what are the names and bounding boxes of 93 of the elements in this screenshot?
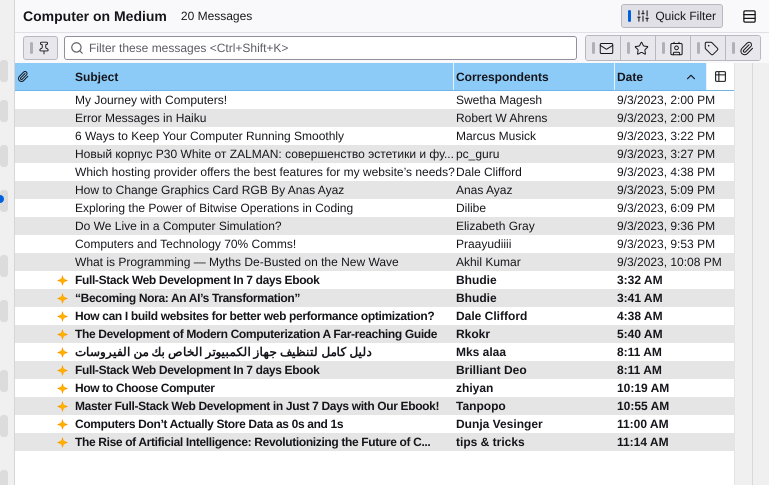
paperclip-icon — [17, 70, 29, 83]
message-date: 9/3/2023, 3:27 PM — [617, 147, 716, 161]
message-date: 4:38 AM — [617, 309, 663, 323]
message-correspondent: pc_guru — [456, 147, 500, 161]
message-date: 9/3/2023, 2:00 PM — [617, 111, 716, 125]
contact-filter-button[interactable] — [655, 36, 690, 60]
message-correspondent: Marcus Musick — [456, 129, 536, 143]
column-header[interactable]: Subject — [75, 70, 451, 84]
message-correspondent: Elizabeth Gray — [456, 219, 535, 233]
tag-icon — [704, 40, 719, 56]
message-correspondent: Dunja Vesinger — [456, 417, 543, 431]
message-date: 9/3/2023, 10:08 PM — [617, 255, 722, 269]
message-correspondent: Bhudie — [456, 273, 497, 287]
search-icon — [70, 41, 84, 55]
message-correspondent: Robert W Ahrens — [456, 111, 548, 125]
message-subject[interactable]: Master Full-Stack Web Development in Just 7 Days with Our Ebook! — [75, 399, 440, 413]
message-date: 9/3/2023, 4:38 PM — [617, 165, 716, 179]
unread-filter-button[interactable] — [586, 36, 620, 60]
pin-icon — [37, 41, 51, 55]
message-subject[interactable]: Error Messages in Haiku — [75, 111, 206, 125]
message-date: 9/3/2023, 3:22 PM — [617, 129, 716, 143]
message-date: 9/3/2023, 9:53 PM — [617, 237, 716, 251]
new-message-icon — [57, 364, 68, 376]
message-subject[interactable]: How to Change Graphics Card RGB By Anas Ayaz — [75, 183, 344, 197]
message-correspondent: Swetha Magesh — [456, 93, 542, 107]
column-picker-icon[interactable] — [714, 70, 727, 83]
new-message-icon — [57, 292, 68, 304]
message-subject[interactable]: Новый корпус P30 White от ZALMAN: совершенство эстетики и фу... — [75, 147, 454, 161]
message-subject[interactable]: How to Choose Computer — [75, 381, 215, 395]
message-correspondent: Rkokr — [456, 327, 490, 341]
message-date: 5:40 AM — [617, 327, 663, 341]
message-subject[interactable]: Full-Stack Web Development In 7 days Ebook — [75, 273, 320, 287]
new-message-icon — [57, 346, 68, 358]
message-correspondent: Praayudiiii — [456, 237, 512, 251]
message-date: 3:41 AM — [617, 291, 663, 305]
message-correspondent: zhiyan — [456, 381, 494, 395]
message-subject[interactable]: My Journey with Computers! — [75, 93, 228, 107]
message-date: 11:14 AM — [617, 435, 669, 449]
new-message-icon — [57, 382, 68, 394]
folder-title: Computer on Medium — [23, 8, 167, 24]
message-subject[interactable]: Do We Live in a Computer Simulation? — [75, 219, 282, 233]
message-correspondent: Dale Clifford — [456, 165, 522, 179]
sliders-icon — [636, 9, 650, 23]
envelope-icon — [599, 40, 614, 56]
message-date: 9/3/2023, 2:00 PM — [617, 93, 716, 107]
message-date: 9/3/2023, 5:09 PM — [617, 183, 716, 197]
message-date: 8:11 AM — [617, 363, 662, 377]
attachment-filter-button[interactable] — [725, 36, 760, 60]
contact-card-icon — [669, 40, 684, 56]
column-header[interactable]: Correspondents — [456, 70, 612, 84]
message-subject[interactable]: Computers Don’t Actually Store Data as 0s and 1s — [75, 417, 344, 431]
message-date: 11:00 AM — [617, 417, 669, 431]
message-date: 8:11 AM — [617, 345, 662, 359]
message-date: 10:55 AM — [617, 399, 670, 413]
search-field[interactable]: Filter these messages <Ctrl+Shift+K> — [64, 36, 577, 60]
message-subject[interactable]: Exploring the Power of Bitwise Operations in Coding — [75, 201, 354, 215]
new-message-icon — [57, 436, 68, 448]
message-subject[interactable]: 6 Ways to Keep Your Computer Running Smoothly — [75, 129, 344, 143]
message-correspondent: Mks alaa — [456, 345, 506, 359]
message-correspondent: Akhil Kumar — [456, 255, 521, 269]
message-subject[interactable]: Full-Stack Web Development In 7 days Ebook — [75, 363, 320, 377]
message-correspondent: Bhudie — [456, 291, 497, 305]
message-correspondent: Tanpopo — [456, 399, 506, 413]
message-subject[interactable]: Which hosting provider offers the best features for my website’s needs? — [75, 165, 455, 179]
message-correspondent: Dale Clifford — [456, 309, 528, 323]
message-date: 9/3/2023, 9:36 PM — [617, 219, 716, 233]
message-subject[interactable]: The Rise of Artificial Intelligence: Revolutionizing the Future of C... — [75, 435, 430, 449]
message-correspondent: Anas Ayaz — [456, 183, 512, 197]
message-date: 9/3/2023, 6:09 PM — [617, 201, 716, 215]
message-subject[interactable]: Computers and Technology 70% Comms! — [75, 237, 296, 251]
message-correspondent: Brilliant Deo — [456, 363, 527, 377]
starred-filter-button[interactable] — [620, 36, 655, 60]
tags-filter-button[interactable] — [690, 36, 725, 60]
new-message-icon — [57, 274, 68, 286]
new-message-icon — [57, 418, 68, 430]
pin-filter-button[interactable] — [23, 36, 58, 60]
message-count: 20 Messages — [180, 9, 252, 23]
new-message-icon — [57, 310, 68, 322]
quick-filter-button[interactable]: Quick Filter — [621, 4, 723, 28]
new-message-icon — [57, 400, 68, 412]
new-message-icon — [57, 328, 68, 340]
message-subject[interactable]: How can I build websites for better web performance optimization? — [75, 309, 434, 323]
star-icon — [634, 40, 649, 56]
message-subject[interactable]: “Becoming Nora: An AI’s Transformation” — [75, 291, 300, 305]
message-subject[interactable]: دليل كامل لتنظيف جهاز الكمبيوتر الخاص بك من الفيروسات — [75, 345, 372, 359]
message-subject[interactable]: The Development of Modern Computerization A Far-reaching Guide — [75, 327, 438, 341]
message-correspondent: tips & tricks — [456, 435, 525, 449]
column-header[interactable]: Date — [617, 70, 684, 84]
message-date: 10:19 AM — [617, 381, 670, 395]
message-date: 3:32 AM — [617, 273, 663, 287]
message-subject[interactable]: What is Programming — Myths De-Busted on the New Wave — [75, 255, 399, 269]
paperclip-icon — [739, 40, 754, 56]
message-correspondent: Dilibe — [456, 201, 486, 215]
